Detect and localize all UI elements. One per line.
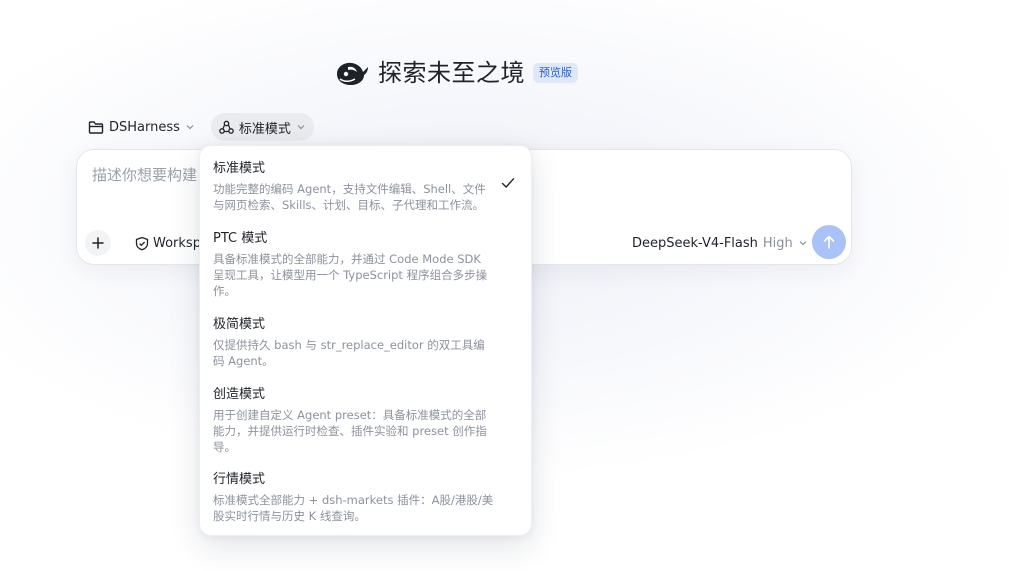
mode-option-standard[interactable]: 标准模式 功能完整的编码 Agent，支持文件编辑、Shell、文件与网页检索、… [213,160,513,213]
mode-option-description: 具备标准模式的全部能力，并通过 Code Mode SDK 呈现工具，让模型用一… [213,252,488,298]
mode-option-title: 极简模式 [213,317,266,332]
chevron-down-icon [296,122,306,132]
project-selector[interactable]: DSHarness [80,113,203,141]
mode-option-description: 用于创建自定义 Agent preset：具备标准模式的全部能力，并提供运行时检… [213,408,487,454]
mode-option-title: PTC 模式 [213,231,268,246]
preview-badge: 预览版 [533,63,578,83]
mode-option-title: 创造模式 [213,387,266,402]
agent-mode-icon [219,120,234,135]
model-name: DeepSeek-V4-Flash [632,235,758,251]
prompt-input[interactable]: 描述你想要构建 [92,164,197,185]
arrow-up-icon [822,234,836,250]
mode-option-title: 行情模式 [213,472,266,487]
selector-row: DSHarness 标准模式 [80,113,314,141]
project-label: DSHarness [109,119,180,135]
plus-icon [91,236,105,250]
shield-check-icon [135,236,149,251]
mode-option-description: 标准模式全部能力 + dsh-markets 插件：A股/港股/美股实时行情与历… [213,493,494,523]
workspace-button[interactable]: Worksp [135,233,201,253]
add-attachment-button[interactable] [85,230,111,256]
folder-icon [88,120,104,134]
send-button[interactable] [812,225,846,259]
mode-option-description: 功能完整的编码 Agent，支持文件编辑、Shell、文件与网页检索、Skill… [213,182,486,212]
reasoning-effort: High [762,235,793,251]
check-icon [501,177,515,189]
mode-selector[interactable]: 标准模式 [210,113,314,141]
workspace-label: Worksp [153,235,201,251]
chevron-down-icon [798,238,808,248]
model-selector[interactable]: DeepSeek-V4-Flash High [632,233,808,253]
page-title: 探索未至之境 [378,59,525,87]
chevron-down-icon [185,122,195,132]
mode-label: 标准模式 [238,121,291,137]
mode-option-minimal[interactable]: 极简模式 仅提供持久 bash 与 str_replace_editor 的双工… [213,316,513,369]
mode-option-description: 仅提供持久 bash 与 str_replace_editor 的双工具编码 A… [213,338,485,368]
mode-dropdown-menu: 标准模式 功能完整的编码 Agent，支持文件编辑、Shell、文件与网页检索、… [199,145,532,536]
hero-header: 探索未至之境 预览版 [334,56,578,90]
mode-option-create[interactable]: 创造模式 用于创建自定义 Agent preset：具备标准模式的全部能力，并提… [213,386,513,455]
mode-option-markets[interactable]: 行情模式 标准模式全部能力 + dsh-markets 插件：A股/港股/美股实… [213,471,513,524]
whale-logo-icon [334,58,370,88]
mode-option-ptc[interactable]: PTC 模式 具备标准模式的全部能力，并通过 Code Mode SDK 呈现工… [213,230,513,299]
mode-option-title: 标准模式 [213,161,266,176]
